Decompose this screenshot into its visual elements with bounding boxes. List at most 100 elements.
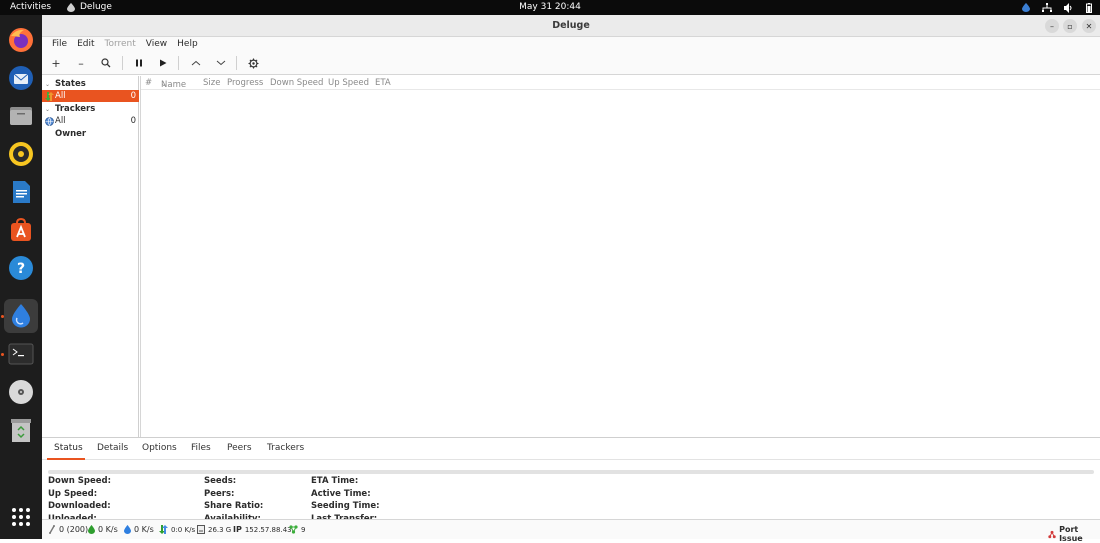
column-header-progress[interactable]: Progress [227, 78, 263, 88]
external-ip-indicator[interactable]: IP 152.57.88.43 [233, 525, 292, 534]
tab-options[interactable]: Options [142, 443, 177, 453]
filter-label: All [55, 91, 66, 101]
filter-states-all[interactable]: All 0 [42, 90, 139, 102]
expander-icon[interactable]: ⌄ [45, 106, 50, 113]
menu-bar: File Edit Torrent View Help [42, 37, 1100, 51]
port-issue-indicator[interactable]: Port Issue [1048, 525, 1100, 543]
upload-speed-value: 0 K/s [134, 525, 154, 534]
software-icon [11, 217, 31, 241]
tab-details[interactable]: Details [97, 443, 128, 453]
title-bar[interactable]: Deluge – ▫ ✕ [42, 15, 1100, 37]
close-icon: ✕ [1085, 21, 1093, 31]
upload-speed-indicator[interactable]: 0 K/s [124, 525, 154, 534]
queue-up-button[interactable] [187, 54, 205, 72]
help-launcher[interactable]: ? [4, 251, 38, 285]
owner-group[interactable]: Owner [42, 128, 139, 140]
states-group[interactable]: ⌄ States [42, 78, 139, 90]
menu-edit[interactable]: Edit [72, 39, 99, 49]
stat-label-active-time: Active Time: [311, 489, 371, 499]
terminal-launcher[interactable] [4, 337, 38, 371]
active-tab-indicator [47, 458, 85, 460]
stat-label-downloaded: Downloaded: [48, 501, 111, 511]
preferences-button[interactable] [244, 54, 262, 72]
column-header-eta[interactable]: ETA [375, 78, 391, 88]
disc-launcher[interactable] [4, 375, 38, 409]
globe-icon [45, 116, 54, 126]
filter-sidebar: ⌄ States All 0 ⌄ Trackers All 0 Owner [42, 76, 139, 437]
firefox-icon [9, 28, 33, 52]
tab-peers[interactable]: Peers [227, 443, 252, 453]
terminal-icon [8, 343, 34, 365]
chevron-down-icon [216, 60, 226, 66]
writer-launcher[interactable] [4, 175, 38, 209]
add-torrent-button[interactable]: + [47, 54, 65, 72]
pause-icon [136, 59, 142, 67]
rhythmbox-launcher[interactable] [4, 137, 38, 171]
trash-launcher[interactable] [4, 413, 38, 447]
trackers-group[interactable]: ⌄ Trackers [42, 103, 139, 115]
tab-trackers[interactable]: Trackers [267, 443, 304, 453]
volume-icon[interactable] [1064, 2, 1074, 13]
stat-label-eta-time: ETA Time: [311, 476, 359, 486]
queue-down-button[interactable] [212, 54, 230, 72]
connections-value: 0 (200) [59, 525, 89, 534]
search-button[interactable] [97, 54, 115, 72]
writer-icon [13, 181, 30, 203]
svg-text:?: ? [17, 261, 25, 277]
disc-icon [9, 380, 33, 404]
disk-icon [197, 525, 205, 534]
filter-trackers-all[interactable]: All 0 [42, 115, 139, 127]
minimize-button[interactable]: – [1045, 19, 1059, 33]
menu-view[interactable]: View [141, 39, 172, 49]
pause-button[interactable] [130, 54, 148, 72]
download-speed-indicator[interactable]: 0 K/s [88, 525, 118, 534]
app-grid-launcher[interactable] [4, 500, 38, 534]
torrent-progress-bar [48, 470, 1094, 474]
deluge-tray-icon[interactable] [1022, 3, 1030, 12]
resume-button[interactable] [154, 54, 172, 72]
protocol-traffic-icon [159, 525, 168, 534]
stat-label-peers: Peers: [204, 489, 235, 499]
restore-button[interactable]: ▫ [1063, 19, 1077, 33]
filter-count: 0 [130, 116, 136, 126]
column-header-up-speed[interactable]: Up Speed [328, 78, 369, 88]
tab-status[interactable]: Status [54, 443, 83, 453]
column-header-down-speed[interactable]: Down Speed [270, 78, 323, 88]
network-icon[interactable] [1042, 2, 1052, 13]
rhythmbox-icon [9, 142, 33, 166]
dht-icon [289, 525, 298, 534]
window-title: Deluge [552, 20, 590, 31]
port-issue-icon [1048, 530, 1056, 538]
remove-torrent-button[interactable]: – [72, 54, 90, 72]
thunderbird-icon [9, 66, 33, 90]
thunderbird-launcher[interactable] [4, 61, 38, 95]
torrent-list-header: # Name ⌄ Size Progress Down Speed Up Spe… [141, 76, 1100, 90]
protocol-traffic-indicator[interactable]: 0:0 K/s [159, 525, 195, 534]
status-bar: 0 (200) 0 K/s 0 K/s 0:0 K/s 26.3 G IP 15… [42, 519, 1100, 543]
close-button[interactable]: ✕ [1082, 19, 1096, 33]
battery-icon[interactable] [1086, 2, 1092, 13]
torrent-list[interactable]: # Name ⌄ Size Progress Down Speed Up Spe… [140, 76, 1100, 437]
port-issue-label: Port Issue [1059, 525, 1083, 543]
clock[interactable]: May 31 20:44 [0, 2, 1100, 12]
software-launcher[interactable] [4, 213, 38, 247]
menu-help[interactable]: Help [172, 39, 203, 49]
free-space-indicator[interactable]: 26.3 G [197, 525, 231, 534]
connections-indicator[interactable]: 0 (200) [48, 525, 88, 534]
filter-label: All [55, 116, 66, 126]
stat-label-seeding-time: Seeding Time: [311, 501, 380, 511]
column-header-size[interactable]: Size [203, 78, 220, 88]
files-launcher[interactable] [4, 99, 38, 133]
details-tabs: Status Details Options Files Peers Track… [42, 438, 1100, 460]
menu-torrent[interactable]: Torrent [100, 39, 141, 49]
deluge-window: Deluge – ▫ ✕ File Edit Torrent View Help… [42, 15, 1100, 543]
system-tray[interactable] [1022, 1, 1092, 14]
firefox-launcher[interactable] [4, 23, 38, 57]
dht-indicator[interactable]: 9 [289, 525, 305, 534]
tab-files[interactable]: Files [191, 443, 211, 453]
dht-value: 9 [301, 525, 306, 534]
column-header-index[interactable]: # [145, 78, 152, 88]
menu-file[interactable]: File [47, 39, 72, 49]
deluge-launcher[interactable] [4, 299, 38, 333]
expander-icon[interactable]: ⌄ [45, 81, 50, 88]
